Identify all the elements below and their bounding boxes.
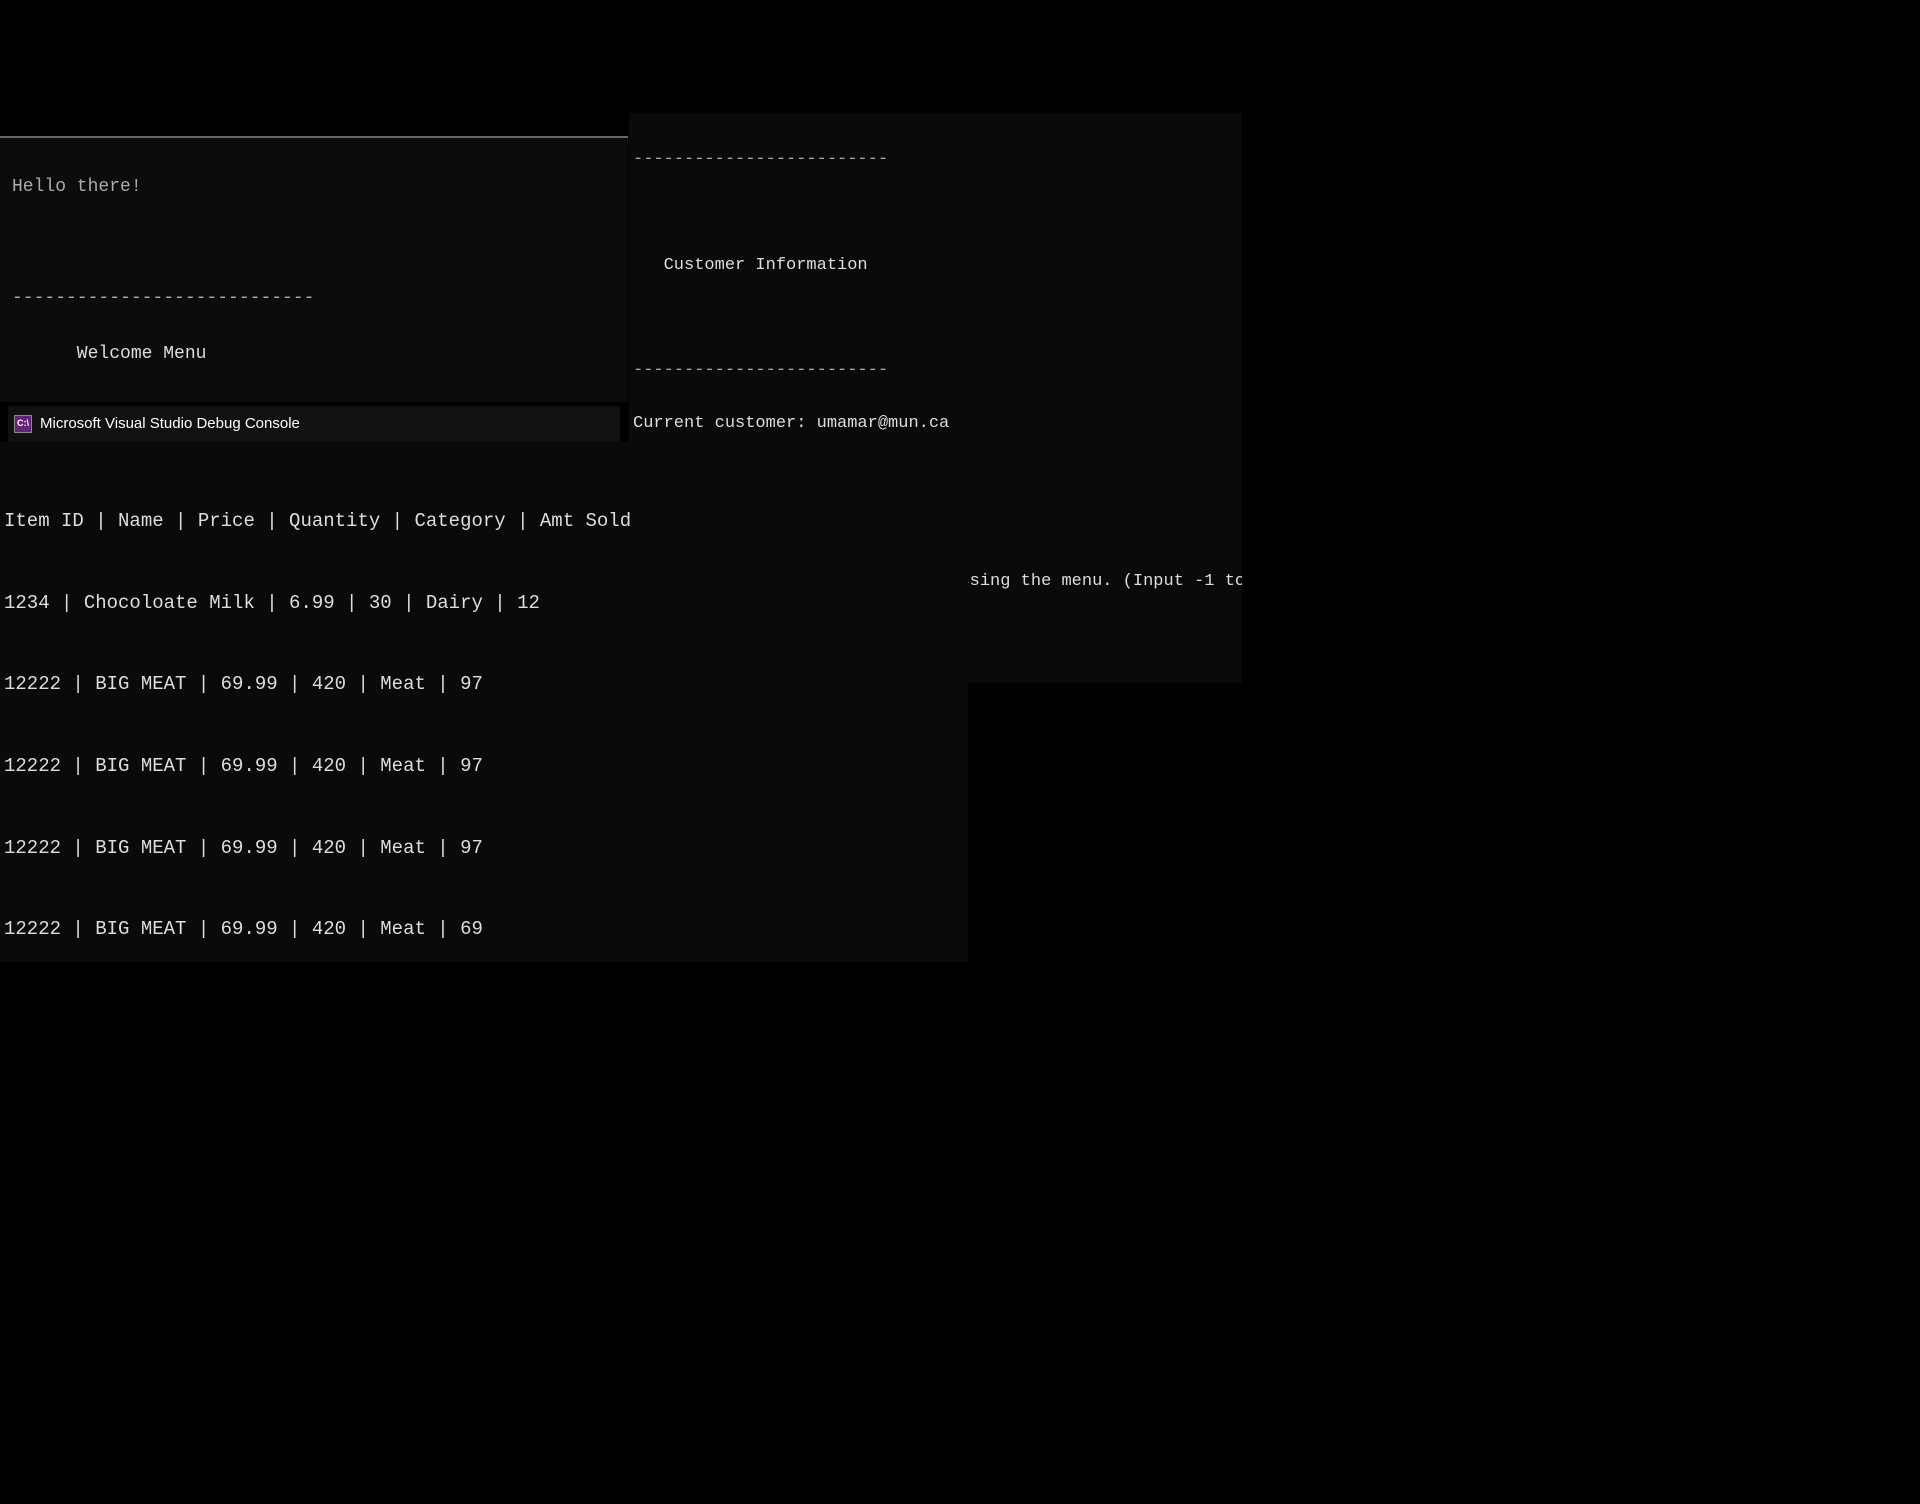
divider: ---------------------------- [12, 285, 616, 313]
blank-line [633, 305, 1238, 331]
vs-debug-console-icon: C:\ [14, 415, 32, 433]
data-console: Item ID | Name | Price | Quantity | Cate… [0, 442, 968, 962]
console-title-text: Microsoft Visual Studio Debug Console [40, 412, 300, 435]
greeting-text: Hello there! [12, 174, 616, 202]
blank-line [12, 230, 616, 258]
divider: ------------------------- [633, 147, 1238, 173]
table-header: Item ID | Name | Price | Quantity | Cate… [4, 501, 964, 542]
console-title-bar[interactable]: C:\ Microsoft Visual Studio Debug Consol… [8, 406, 620, 442]
table-row: 1234 | Chocoloate Milk | 6.99 | 30 | Dai… [4, 583, 964, 624]
table-row: 12222 | BIG MEAT | 69.99 | 420 | Meat | … [4, 909, 964, 950]
welcome-menu-title: Welcome Menu [12, 341, 616, 369]
table-row: 12222 | BIG MEAT | 69.99 | 420 | Meat | … [4, 828, 964, 869]
table-row: 12222 | BIG MEAT | 69.99 | 420 | Meat | … [4, 664, 964, 705]
table-row: 12222 | BIG MEAT | 69.99 | 420 | Meat | … [4, 746, 964, 787]
blank-line [633, 200, 1238, 226]
current-customer: Current customer: umamar@mun.ca [633, 411, 1238, 437]
welcome-console: Hello there! ---------------------------… [0, 136, 628, 402]
customer-info-title: Customer Information [633, 253, 1238, 279]
divider: ---------------------------- [12, 397, 616, 402]
divider: ------------------------- [633, 358, 1238, 384]
